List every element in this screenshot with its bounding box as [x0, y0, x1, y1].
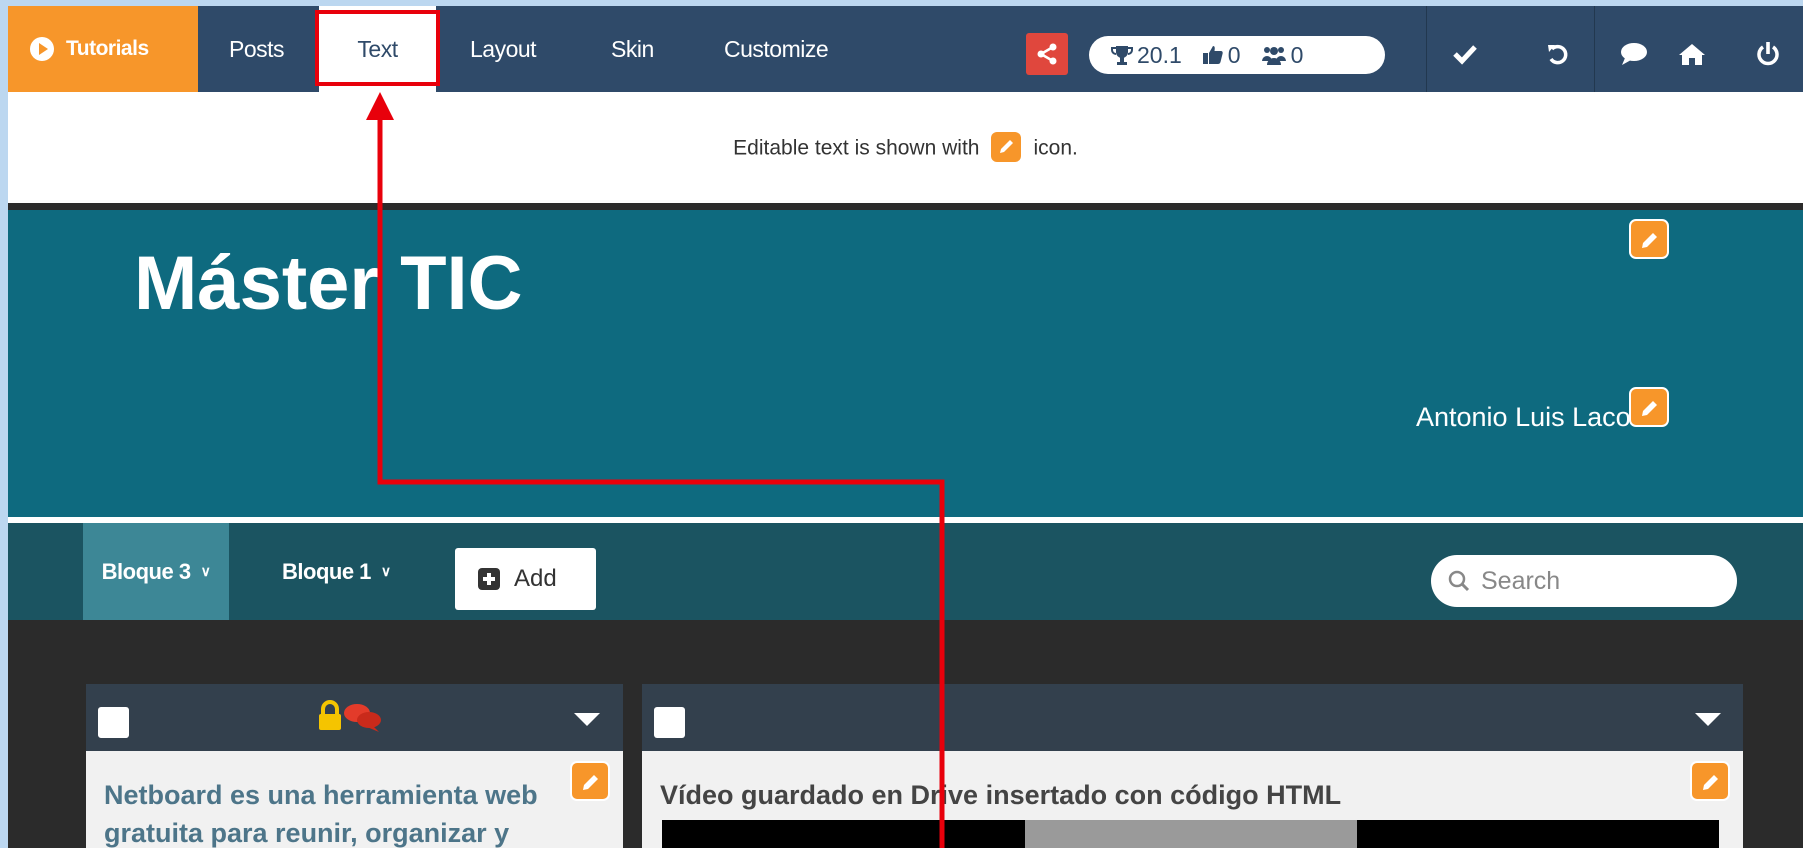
annotation-arrow	[366, 92, 945, 848]
